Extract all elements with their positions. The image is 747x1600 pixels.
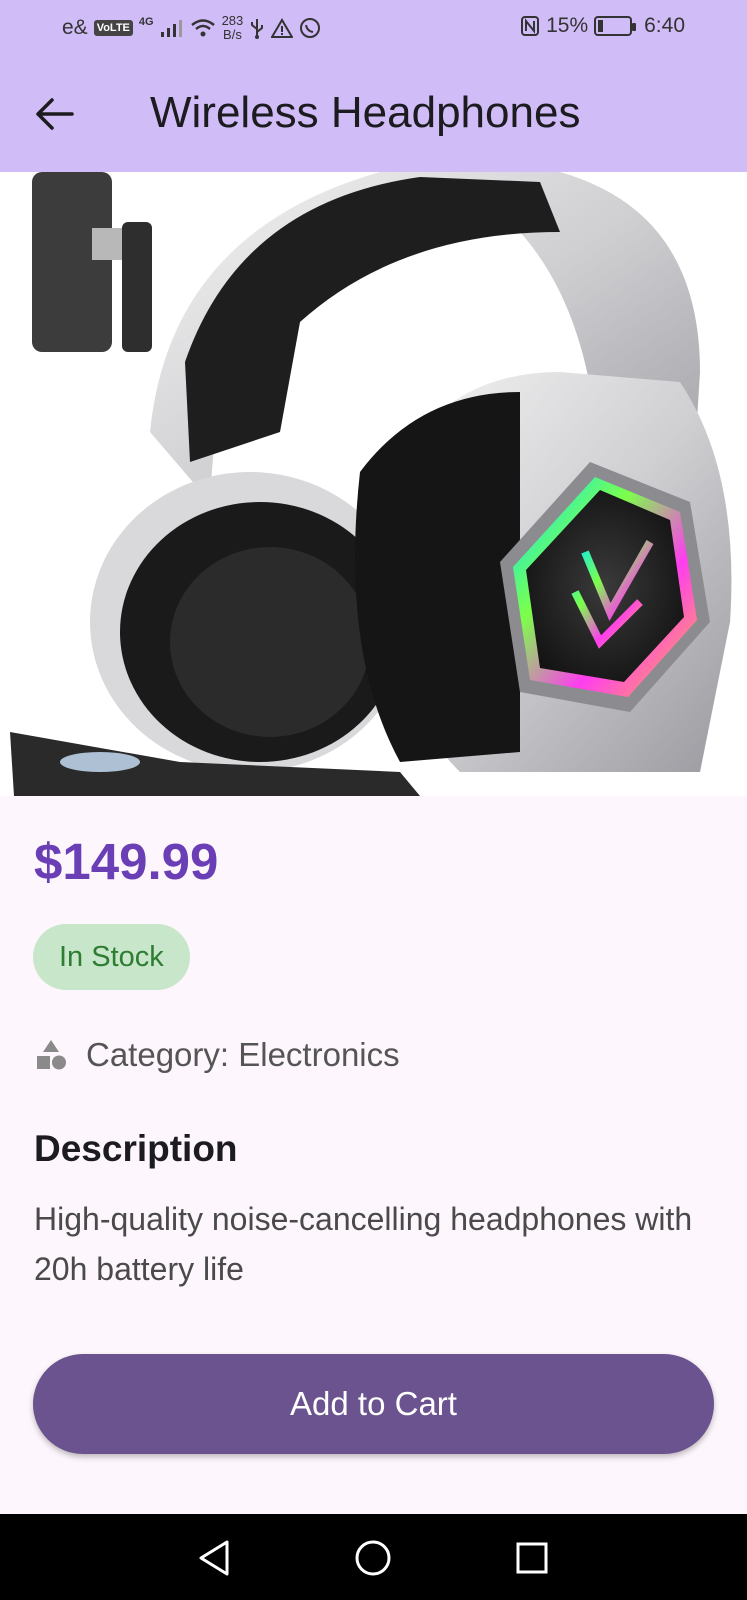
home-circle-icon	[355, 1540, 391, 1576]
header: e& VoLTE 4G 283 B/s 15% 6:40 Wireless He…	[0, 0, 747, 172]
usb-icon	[251, 19, 264, 39]
description-heading: Description	[34, 1128, 238, 1169]
wifi-icon	[190, 19, 215, 37]
nfc-icon	[521, 16, 540, 36]
battery-fill	[598, 20, 604, 32]
system-nav-bar	[0, 1514, 747, 1600]
product-image	[10, 172, 732, 796]
category-icon	[37, 1040, 66, 1070]
battery-percent: 15%	[546, 14, 589, 37]
product-price: $149.99	[34, 833, 219, 890]
status-bar: e& VoLTE 4G 283 B/s 15% 6:40	[0, 0, 747, 58]
back-button[interactable]	[24, 84, 84, 144]
nav-home-button[interactable]	[343, 1530, 403, 1586]
clock: 6:40	[644, 14, 685, 37]
category-label: Category: Electronics	[86, 1036, 400, 1073]
arrow-back-icon	[36, 98, 74, 130]
back-triangle-icon	[199, 1540, 229, 1576]
whatsapp-icon	[300, 18, 321, 38]
category-row: Category: Electronics	[34, 1036, 400, 1074]
app-bar: Wireless Headphones	[0, 58, 747, 172]
headphones-photo	[0, 172, 747, 796]
description-text: High-quality noise-cancelling headphones…	[34, 1201, 693, 1287]
speed-unit: B/s	[223, 27, 242, 42]
battery-icon	[594, 16, 637, 36]
warning-icon	[271, 18, 294, 38]
add-to-cart-button[interactable]: Add to Cart	[33, 1354, 714, 1454]
recents-square-icon	[516, 1542, 548, 1574]
network-speed: 283 B/s	[222, 14, 244, 42]
signal-icon	[160, 20, 182, 37]
nav-recents-button[interactable]	[502, 1530, 562, 1586]
page-title: Wireless Headphones	[150, 88, 581, 137]
network-type: 4G	[138, 16, 154, 28]
volte-badge: VoLTE	[93, 20, 133, 36]
carrier-label: e&	[62, 16, 88, 39]
speed-value: 283	[221, 13, 244, 28]
nav-back-button[interactable]	[184, 1530, 244, 1586]
stock-badge: In Stock	[33, 924, 190, 990]
